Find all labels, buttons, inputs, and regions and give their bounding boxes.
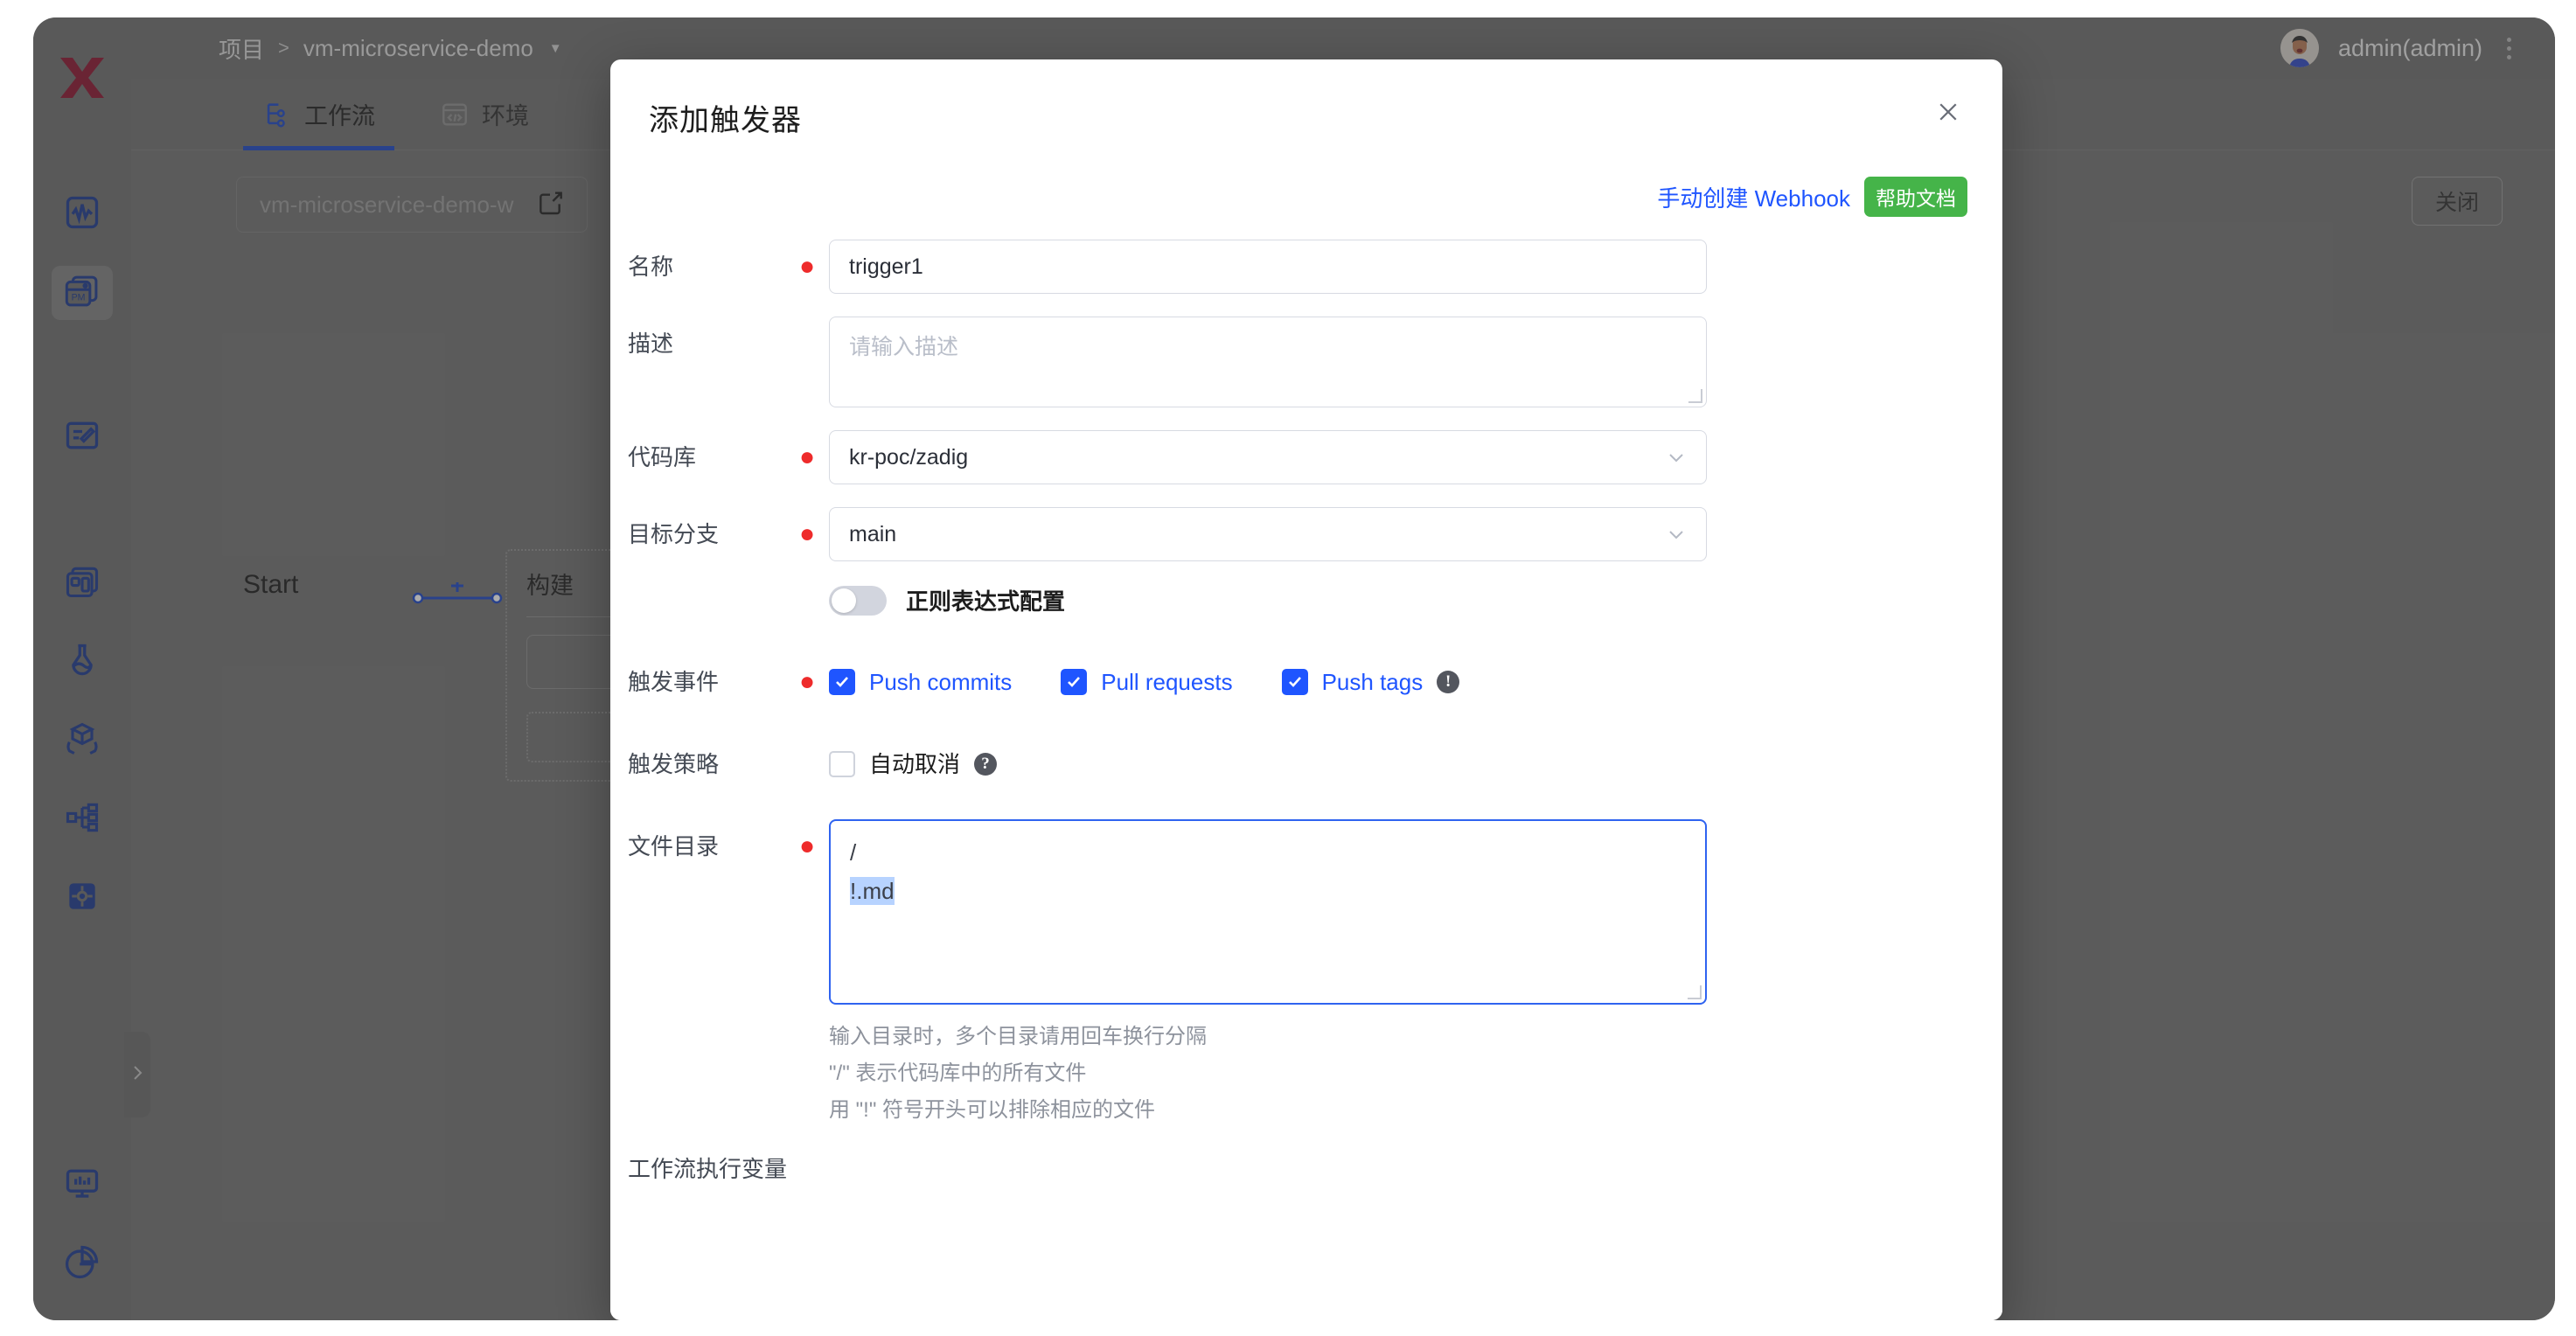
checkbox-label: Push tags [1322,655,1424,709]
field-row-description: 描述 ● 请输入描述 [610,317,2002,407]
name-input[interactable]: trigger1 [829,240,1707,294]
resize-grip-icon[interactable] [1688,985,1702,999]
close-icon[interactable] [1927,91,1969,133]
file-dir-textarea[interactable]: / !.md [829,819,1707,1005]
name-label: 名称 [610,240,785,294]
checkbox-push-tags[interactable]: Push tags ! [1282,655,1460,709]
hint-line-1: 输入目录时，多个目录请用回车换行分隔 [829,1019,2002,1055]
modal-title: 添加触发器 [649,96,802,139]
description-textarea[interactable]: 请输入描述 [829,317,1707,407]
modal-body: 手动创建 Webhook 帮助文档 名称 ● trigger1 描述 ● 请输入… [610,157,2002,1320]
field-row-file-dir: 文件目录 ● / !.md [610,819,2002,1005]
checkbox-box [829,751,855,777]
workflow-variables-section-label: 工作流执行变量 [628,1152,2002,1184]
checkbox-box [829,669,855,695]
chevron-down-icon [1666,523,1687,546]
field-row-name: 名称 ● trigger1 [610,240,2002,294]
chevron-down-icon [1666,446,1687,469]
checkbox-push-commits[interactable]: Push commits [829,655,1012,709]
file-dir-required-dot: ● [785,819,829,873]
policy-checkbox-group: 自动取消 ? [829,737,1707,791]
branch-select[interactable]: main [829,507,1707,561]
checkbox-label: Push commits [869,655,1012,709]
repo-label: 代码库 [610,430,785,484]
app-window: PM [33,17,2555,1320]
repo-value: kr-poc/zadig [849,445,968,470]
file-dir-label: 文件目录 [610,819,785,873]
checkbox-box [1061,669,1087,695]
description-label: 描述 [610,317,785,371]
field-row-events: 触发事件 ● Push commits [610,655,2002,709]
branch-required-dot: ● [785,507,829,561]
checkbox-label: Pull requests [1101,655,1232,709]
field-row-policy: 触发策略 ● 自动取消 ? [610,737,2002,791]
events-checkbox-group: Push commits Pull requests [829,655,1707,709]
policy-label: 触发策略 [610,737,785,791]
description-required-dot: ● [785,317,829,371]
resize-grip-icon[interactable] [1688,389,1702,403]
description-placeholder: 请输入描述 [849,335,958,359]
hint-line-2: "/" 表示代码库中的所有文件 [829,1055,2002,1092]
question-help-icon[interactable]: ? [974,753,997,776]
file-dir-hints: 输入目录时，多个目录请用回车换行分隔 "/" 表示代码库中的所有文件 用 "!"… [829,1019,2002,1129]
field-row-repo: 代码库 ● kr-poc/zadig [610,430,2002,484]
help-doc-badge[interactable]: 帮助文档 [1864,177,1967,217]
checkbox-label: 自动取消 [869,737,960,791]
regex-toggle[interactable] [829,586,887,616]
policy-required-dot: ● [785,737,829,791]
repo-required-dot: ● [785,430,829,484]
branch-label: 目标分支 [610,507,785,561]
checkbox-pull-requests[interactable]: Pull requests [1061,655,1232,709]
regex-toggle-label: 正则表达式配置 [906,584,1065,616]
hint-line-3: 用 "!" 符号开头可以排除相应的文件 [829,1092,2002,1129]
regex-toggle-row: 正则表达式配置 [829,584,1707,616]
field-row-branch: 目标分支 ● main 正则表达式配置 [610,507,2002,616]
events-required-dot: ● [785,655,829,709]
events-label: 触发事件 [610,655,785,709]
branch-value: main [849,522,896,547]
name-required-dot: ● [785,240,829,294]
modal-bottom-fade [610,1264,2002,1320]
exclamation-info-icon[interactable]: ! [1437,671,1459,693]
manual-webhook-link[interactable]: 手动创建 Webhook [1657,181,1850,213]
add-trigger-modal: 添加触发器 手动创建 Webhook 帮助文档 名称 ● trigger1 描述 [610,59,2002,1320]
webhook-row: 手动创建 Webhook 帮助文档 [610,177,2002,217]
checkbox-box [1282,669,1308,695]
checkbox-auto-cancel[interactable]: 自动取消 ? [829,737,997,791]
repo-select[interactable]: kr-poc/zadig [829,430,1707,484]
toggle-knob [832,588,856,613]
file-dir-line-1: / [850,833,1686,872]
file-dir-line-2: !.md [850,877,895,905]
file-dir-line-2-wrap: !.md [850,872,1686,910]
